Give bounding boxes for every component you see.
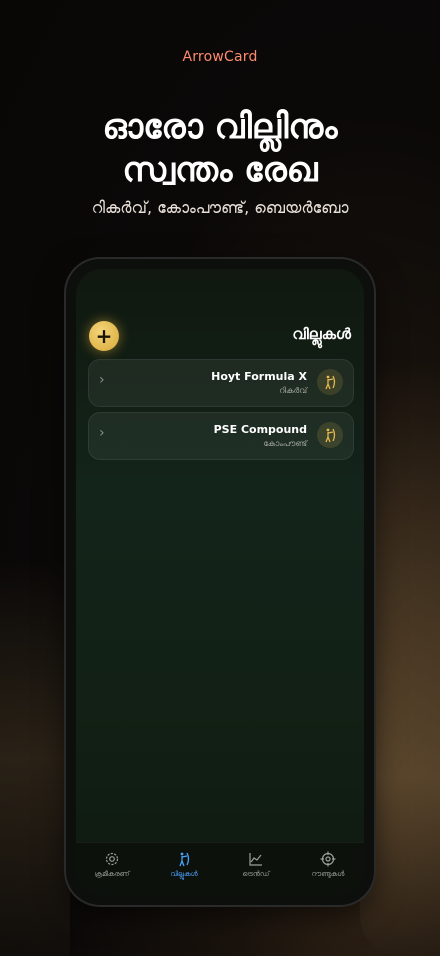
bow-card[interactable]: › Hoyt Formula X റികർവ് [88,359,354,407]
bow-type: റികർവ് [279,386,307,395]
chart-icon [249,853,262,866]
add-bow-button[interactable]: + [89,321,119,351]
target-icon [320,851,336,867]
bow-name: PSE Compound [213,423,307,436]
headline: ഓരോ വില്ലിനും സ്വന്തം രേഖ [0,106,440,192]
subline: റികർവ്, കോംപൗണ്ട്, ബെയർബോ [91,198,349,217]
tab-rounds[interactable]: റൗണ്ടുകൾ [292,843,364,895]
tab-bows[interactable]: വില്ലുകൾ [148,843,220,895]
archer-icon [179,852,190,867]
tab-trends[interactable]: ട്രെൻഡ് [220,843,292,895]
chevron-icon: › [99,425,105,441]
chevron-icon: › [99,372,105,388]
tab-settings[interactable]: ക്രമീകരണ് [76,843,148,895]
gear-icon [105,852,119,866]
tab-label: ക്രമീകരണ് [94,870,130,878]
archer-icon [317,422,343,448]
background-wood [0,560,70,956]
tab-bar: ക്രമീകരണ് വില്ലുകൾ ട്രെൻഡ് റൗണ്ടുകൾ [76,842,364,895]
bow-card[interactable]: › PSE Compound കോംപൗണ്ട് [88,412,354,460]
headline-line-1: ഓരോ വില്ലിനും [102,107,338,147]
bow-type: കോംപൗണ്ട് [263,439,308,448]
app-name: ArrowCard [182,49,258,65]
bow-name: Hoyt Formula X [211,370,307,383]
phone-mockup: + വില്ലുകൾ › Hoyt Formula X റികർവ് › PSE… [66,259,374,905]
headline-line-2: സ്വന്തം രേഖ [122,150,318,190]
tab-label: ട്രെൻഡ് [242,870,270,878]
tab-label: റൗണ്ടുകൾ [311,870,345,878]
screen-title: വില്ലുകൾ [292,325,351,343]
phone-screen: + വില്ലുകൾ › Hoyt Formula X റികർവ് › PSE… [76,269,364,895]
tab-label: വില്ലുകൾ [170,870,198,878]
archer-icon [317,369,343,395]
